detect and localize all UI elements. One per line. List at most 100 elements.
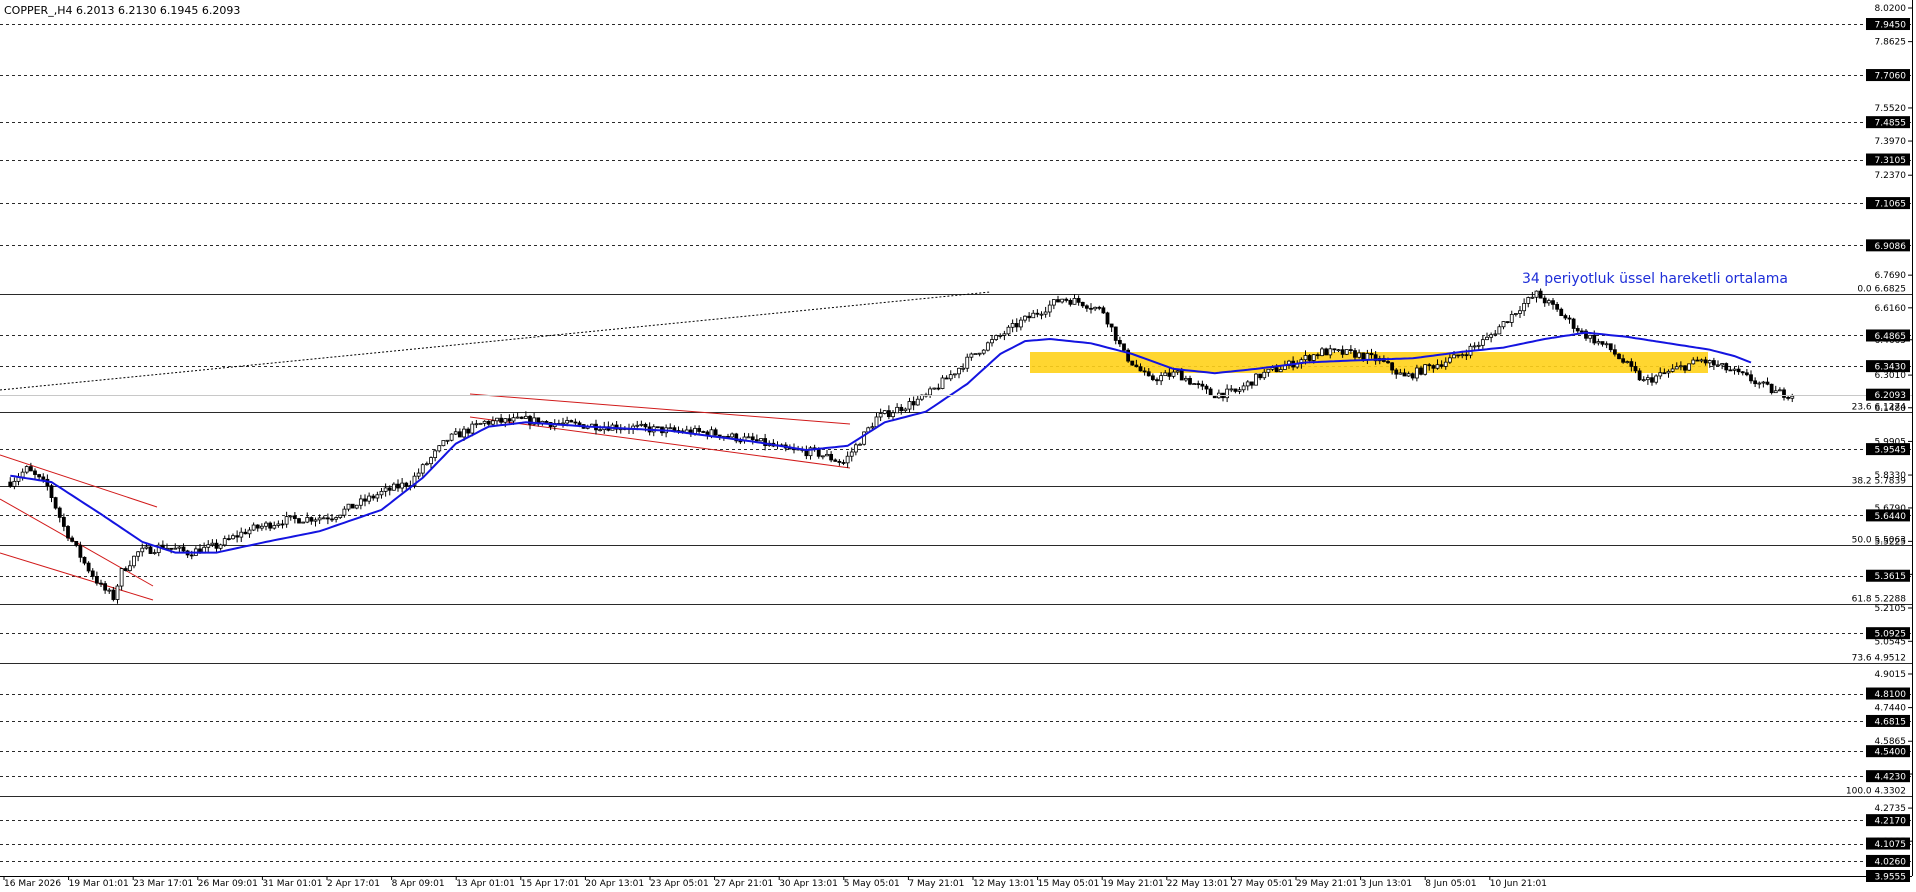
candle-body [482, 420, 487, 424]
candle-body [1150, 375, 1155, 381]
candle-body [86, 562, 91, 572]
candle-body [1200, 383, 1205, 387]
price-tick-label: 5.8330 [1875, 471, 1907, 481]
candle-body [74, 540, 79, 546]
candle-body [453, 431, 458, 435]
price-chart[interactable]: 0.0 6.682523.6 6.127438.2 5.783950.0 5.5… [0, 0, 1916, 889]
candle-body [1703, 359, 1708, 364]
candle-body [1518, 310, 1522, 314]
candle-body [495, 417, 499, 422]
candle-body [1204, 385, 1209, 390]
level-price-tag-label: 7.3105 [1875, 156, 1907, 166]
candle-body [107, 589, 112, 592]
candle-body [1460, 354, 1465, 357]
price-tick-label: 6.6160 [1875, 304, 1907, 314]
candle-body [841, 462, 846, 464]
chart-window[interactable]: 0.0 6.6825 23.6 6.1274 38.2 5.7839 50.0 5.5… [0, 0, 1916, 889]
candle-body [1699, 359, 1704, 362]
candle-body [1064, 298, 1069, 301]
level-price-tag-label: 6.4865 [1875, 332, 1907, 342]
candle-body [1423, 364, 1428, 375]
level-price-tag-label: 4.0260 [1875, 857, 1907, 867]
candle-body [1625, 361, 1630, 363]
candle-body [1336, 349, 1341, 352]
candle-body [132, 555, 136, 567]
candle-body [1076, 298, 1081, 303]
candle-body [437, 445, 442, 452]
candle-body [886, 410, 891, 418]
candle-body [41, 476, 46, 480]
candle-body [309, 517, 314, 522]
level-price-tag-label: 7.1065 [1875, 200, 1907, 210]
candle-body [1749, 374, 1753, 382]
chart-header: COPPER_,H4 6.2013 6.2130 6.1945 6.2093 [4, 4, 240, 17]
candle-body [977, 352, 982, 355]
candle-body [957, 367, 961, 375]
candle-body [1456, 354, 1461, 357]
candle-body [1386, 361, 1390, 364]
candle-body [330, 518, 334, 521]
candle-body [53, 497, 58, 509]
candle-body [759, 438, 763, 442]
candle-body [363, 498, 367, 502]
candle-body [1188, 377, 1192, 385]
candle-body [1571, 318, 1576, 329]
candle-body [119, 568, 124, 587]
candle-body [1241, 385, 1246, 391]
price-tick-label: 7.5520 [1875, 104, 1907, 114]
candle-body [123, 568, 128, 571]
candle-body [746, 436, 751, 439]
candle-body [1534, 290, 1539, 298]
candle-body [1060, 298, 1065, 303]
candle-body [1538, 290, 1543, 299]
candle-body [944, 377, 949, 380]
candle-body [1612, 349, 1617, 355]
candle-body [1658, 372, 1663, 377]
candle-body [297, 518, 301, 524]
candle-body [1790, 395, 1795, 399]
candle-body [1633, 366, 1638, 372]
candle-body [1740, 371, 1745, 374]
candle-body [57, 507, 62, 518]
candle-body [148, 546, 153, 554]
candle-body [288, 515, 293, 518]
candle-body [829, 453, 834, 461]
candle-body [181, 546, 186, 552]
time-tick-label: 26 Mar 09:01 [198, 879, 258, 888]
ema-annotation: 34 periyotluk üssel hareketli ortalama [1522, 271, 1788, 287]
candle-body [1410, 373, 1415, 379]
candle-body [1443, 361, 1448, 367]
candle-body [24, 466, 29, 473]
candle-body [1505, 321, 1510, 323]
level-price-tag-label: 4.6815 [1875, 717, 1907, 727]
candle-body [1398, 372, 1403, 375]
candle-body [321, 517, 326, 520]
candle-body [965, 356, 970, 369]
candle-body [1315, 354, 1320, 357]
candle-body [111, 589, 116, 600]
candle-body [1344, 349, 1349, 355]
candle-body [1192, 383, 1197, 386]
level-price-tag-label: 5.9545 [1875, 446, 1907, 456]
candle-body [849, 451, 854, 457]
candle-body [511, 417, 516, 422]
candle-body [1683, 365, 1687, 371]
candle-body [1637, 370, 1642, 381]
candle-body [173, 547, 178, 550]
candle-body [247, 529, 252, 535]
candle-body [1348, 349, 1353, 352]
candle-body [1608, 343, 1613, 351]
candle-body [1777, 389, 1782, 392]
time-tick-label: 3 Jun 13:01 [1361, 879, 1412, 888]
candle-body [1056, 299, 1060, 303]
level-price-tag-label: 7.4855 [1875, 119, 1907, 129]
candle-body [424, 463, 429, 466]
candle-body [1196, 383, 1201, 386]
candle-body [66, 526, 70, 539]
candle-body [486, 420, 491, 425]
candle-body [239, 531, 244, 538]
level-price-tag-label: 3.9555 [1875, 873, 1907, 883]
candle-body [1072, 298, 1077, 305]
candle-body [103, 583, 108, 591]
candle-body [1109, 323, 1114, 328]
